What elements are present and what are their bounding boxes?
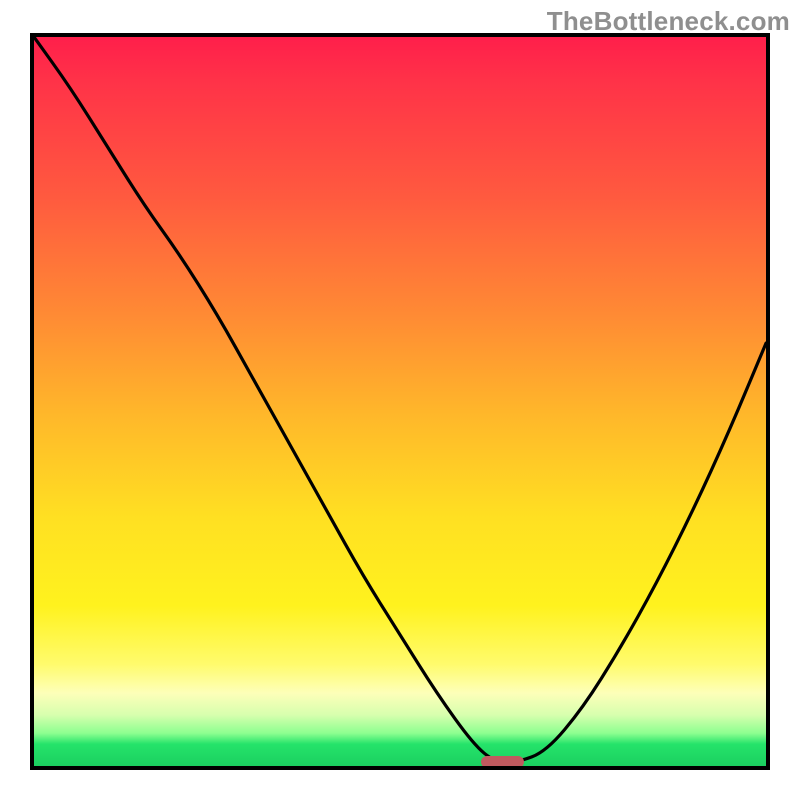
curve-path	[34, 37, 766, 762]
chart-container: TheBottleneck.com	[0, 0, 800, 800]
line-curve	[34, 37, 766, 766]
trough-marker	[481, 756, 525, 768]
plot-frame	[30, 33, 770, 770]
